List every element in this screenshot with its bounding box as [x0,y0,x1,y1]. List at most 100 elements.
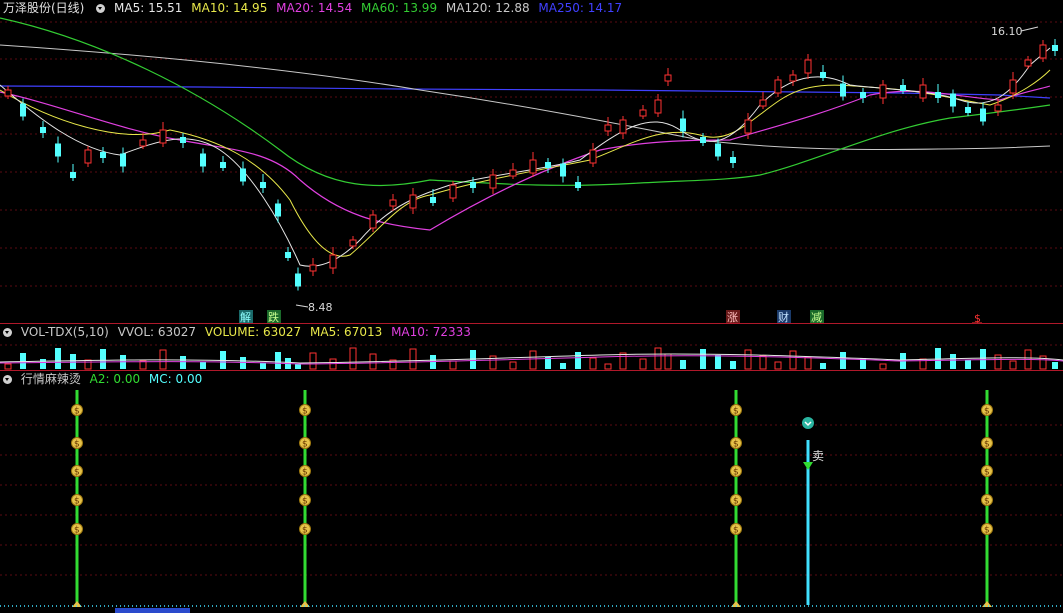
coin-symbol: $ [984,526,990,536]
svg-text:8.48: 8.48 [308,301,333,314]
candle-body [774,79,782,94]
candle-body [639,109,647,117]
candle-body [980,108,986,122]
dropdown-icon[interactable] [3,328,12,337]
vvol-label: VVOL: 63027 [117,325,197,339]
candle-body [120,153,126,167]
candle-body [285,252,291,258]
coin-symbol: $ [74,407,80,417]
candle-body [560,163,566,177]
candle-body [20,103,26,117]
volume-bar [589,357,597,370]
coin-symbol: $ [74,468,80,478]
volume-bar [575,352,581,369]
candle-body [545,162,551,168]
svg-text:卖: 卖 [812,449,824,463]
volume-bar [700,349,706,369]
volume-bar [789,350,797,370]
coin-base-marker [982,601,992,607]
volume-bar [509,361,517,370]
coin-symbol: $ [74,497,80,507]
volume-header: VOL-TDX(5,10) VVOL: 63027 VOLUME: 63027 … [0,324,476,340]
coin-symbol: $ [74,440,80,450]
volume-bar [200,362,206,369]
volume-bar [70,354,76,369]
vol-title[interactable]: VOL-TDX(5,10) [21,325,109,339]
coin-symbol: $ [733,526,739,536]
candle-body [55,143,61,157]
candle-body [994,104,1002,112]
candle-body [139,139,147,147]
scroll-indicator[interactable] [115,608,190,613]
candle-body [759,99,767,107]
ma60-line [0,17,1051,187]
coin-symbol: $ [302,468,308,478]
ma10-line [0,69,1051,257]
vol-ma10-label: MA10: 72333 [391,325,471,339]
candle-body [100,152,106,158]
svg-text:16.10: 16.10 [991,25,1023,38]
volume-bar [139,360,147,370]
candle-body [840,83,846,97]
candle-body [40,127,46,133]
candle-body [449,184,457,199]
volume-bar [715,355,721,369]
volume-bar [619,352,627,370]
indicator-header: 行情麻辣烫 A2: 0.00 MC: 0.00 [0,371,207,387]
volume-bar [654,347,662,370]
volume-bar [879,363,887,370]
volume-bar [309,352,317,370]
indicator-title[interactable]: 行情麻辣烫 [21,372,81,386]
candle-body [309,264,317,272]
volume-bar [180,356,186,369]
volume-bar [604,363,612,370]
candle-body [389,199,397,207]
volume-bar [639,358,647,370]
volume-bar [529,350,537,370]
candle-body [70,172,76,178]
candle-body [820,72,826,78]
coin-symbol: $ [74,526,80,536]
candle-body [965,107,971,113]
candle-body [84,149,92,164]
volume-bar [20,353,26,369]
candle-body [180,137,186,143]
coin-symbol: $ [984,497,990,507]
a2-label: A2: 0.00 [89,372,141,386]
candle-body [240,168,246,182]
indicator-panel: $ $ $ $ $ $ $ $ $ $ $ $ $ $ $ $ $ $ $ $ [71,390,993,607]
candle-body [1009,79,1017,94]
svg-text:财: 财 [778,310,789,324]
volume-bar [100,349,106,369]
volume-bar [730,361,736,369]
candle-body [789,74,797,82]
coin-symbol: $ [302,497,308,507]
candle-body [430,197,436,203]
sell-signal[interactable]: 卖 [802,417,824,605]
candle-body [879,84,887,99]
candle-body [369,214,377,229]
coin-symbol: $ [733,407,739,417]
price-chart[interactable]: 16.10 8.48 解 跌 涨 财 减 $ $$$$$$$$$$$$$$$$$… [0,0,1063,613]
candle-body [664,74,672,82]
candle-body [900,85,906,91]
coin-symbol: $ [302,526,308,536]
svg-text:解: 解 [240,310,251,324]
volume-bar [55,348,61,369]
candle-body [715,143,721,157]
candle-body [529,159,537,174]
candle-body [220,162,226,168]
coin-symbol: $ [733,497,739,507]
volume-bar [295,364,301,369]
volume-bar [980,349,986,369]
dropdown-icon[interactable] [3,375,12,384]
low-marker: 8.48 [295,301,333,314]
candle-body [589,149,597,164]
candle-body [489,174,497,189]
vol-ma5-label: MA5: 67013 [310,325,383,339]
volume-label: VOLUME: 63027 [204,325,302,339]
candle-body [950,93,956,107]
mc-label: MC: 0.00 [148,372,203,386]
candle-body [604,124,612,132]
candle-body [260,182,266,188]
